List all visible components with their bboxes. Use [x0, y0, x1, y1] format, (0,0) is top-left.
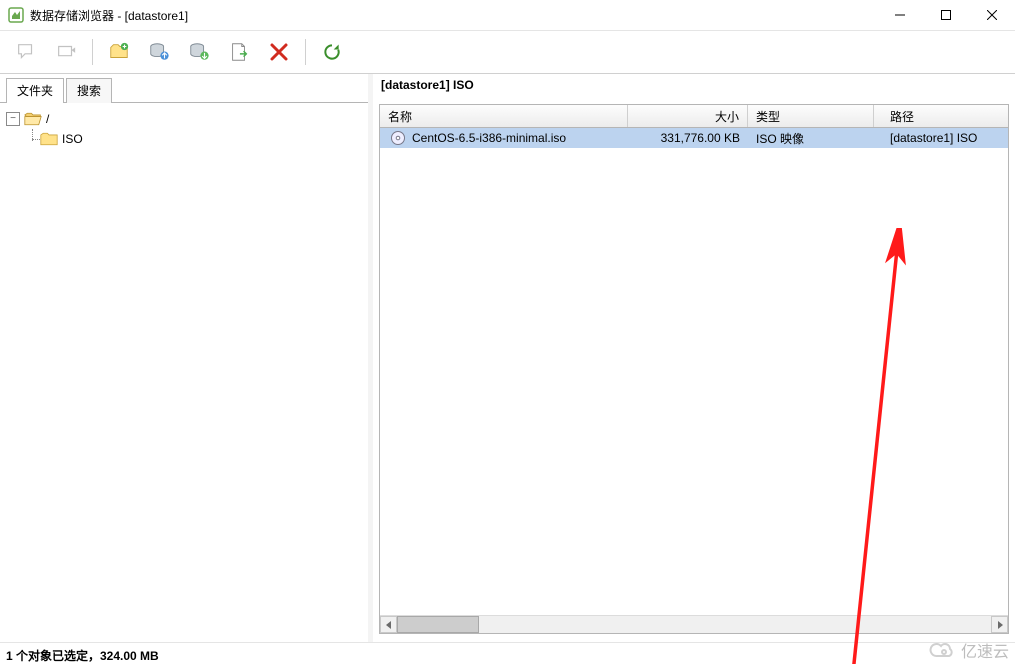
toolbar	[0, 31, 1015, 74]
tab-folders[interactable]: 文件夹	[6, 78, 64, 103]
tree-connector-icon	[26, 129, 40, 149]
list-header: 名称 大小 类型 路径	[380, 105, 1008, 128]
file-size: 331,776.00 KB	[628, 128, 748, 148]
db-upload-button[interactable]	[141, 34, 177, 70]
col-header-size[interactable]: 大小	[628, 105, 748, 127]
iso-file-icon	[390, 130, 406, 146]
scroll-left-arrow-icon[interactable]	[380, 616, 397, 633]
file-name: CentOS-6.5-i386-minimal.iso	[412, 131, 566, 145]
tree-root-label: /	[46, 112, 49, 126]
db-download-button[interactable]	[181, 34, 217, 70]
scroll-thumb[interactable]	[397, 616, 479, 633]
right-pane: [datastore1] ISO 名称 大小 类型 路径 CentOS-6.5-…	[373, 74, 1015, 642]
tree-root-row[interactable]: − /	[6, 109, 362, 129]
window-title: 数据存储浏览器 - [datastore1]	[30, 7, 188, 24]
col-header-type[interactable]: 类型	[748, 105, 874, 127]
maximize-button[interactable]	[923, 0, 969, 30]
list-item[interactable]: CentOS-6.5-i386-minimal.iso 331,776.00 K…	[380, 128, 1008, 148]
folder-open-icon	[24, 112, 42, 126]
nav-back-button[interactable]	[8, 34, 44, 70]
tree-item-label: ISO	[62, 132, 83, 146]
close-button[interactable]	[969, 0, 1015, 30]
list-body[interactable]: CentOS-6.5-i386-minimal.iso 331,776.00 K…	[380, 128, 1008, 615]
folder-tree[interactable]: − / ISO	[0, 103, 368, 642]
refresh-button[interactable]	[314, 34, 350, 70]
path-header: [datastore1] ISO	[373, 74, 1015, 104]
app-icon	[8, 7, 24, 23]
titlebar: 数据存储浏览器 - [datastore1]	[0, 0, 1015, 31]
file-path: [datastore1] ISO	[874, 128, 1008, 148]
file-type: ISO 映像	[748, 128, 874, 150]
col-header-name[interactable]: 名称	[380, 105, 628, 127]
horizontal-scrollbar[interactable]	[380, 615, 1008, 633]
status-bar: 1 个对象已选定，324.00 MB	[0, 642, 1015, 664]
scroll-right-arrow-icon[interactable]	[991, 616, 1008, 633]
left-tabs: 文件夹 搜索	[0, 74, 368, 103]
tab-search[interactable]: 搜索	[66, 78, 112, 103]
minimize-button[interactable]	[877, 0, 923, 30]
delete-button[interactable]	[261, 34, 297, 70]
main-area: 文件夹 搜索 − / ISO [datastore1] ISO	[0, 74, 1015, 642]
doc-export-button[interactable]	[221, 34, 257, 70]
new-folder-button[interactable]	[101, 34, 137, 70]
nav-up-button[interactable]	[48, 34, 84, 70]
tree-collapse-icon[interactable]: −	[6, 112, 20, 126]
tree-item-iso[interactable]: ISO	[6, 129, 362, 149]
folder-icon	[40, 132, 58, 146]
toolbar-separator	[305, 39, 306, 65]
col-header-path[interactable]: 路径	[874, 105, 1008, 127]
toolbar-separator	[92, 39, 93, 65]
status-text: 1 个对象已选定，324.00 MB	[6, 647, 159, 664]
file-list: 名称 大小 类型 路径 CentOS-6.5-i386-minimal.iso …	[379, 104, 1009, 634]
left-pane: 文件夹 搜索 − / ISO	[0, 74, 373, 642]
